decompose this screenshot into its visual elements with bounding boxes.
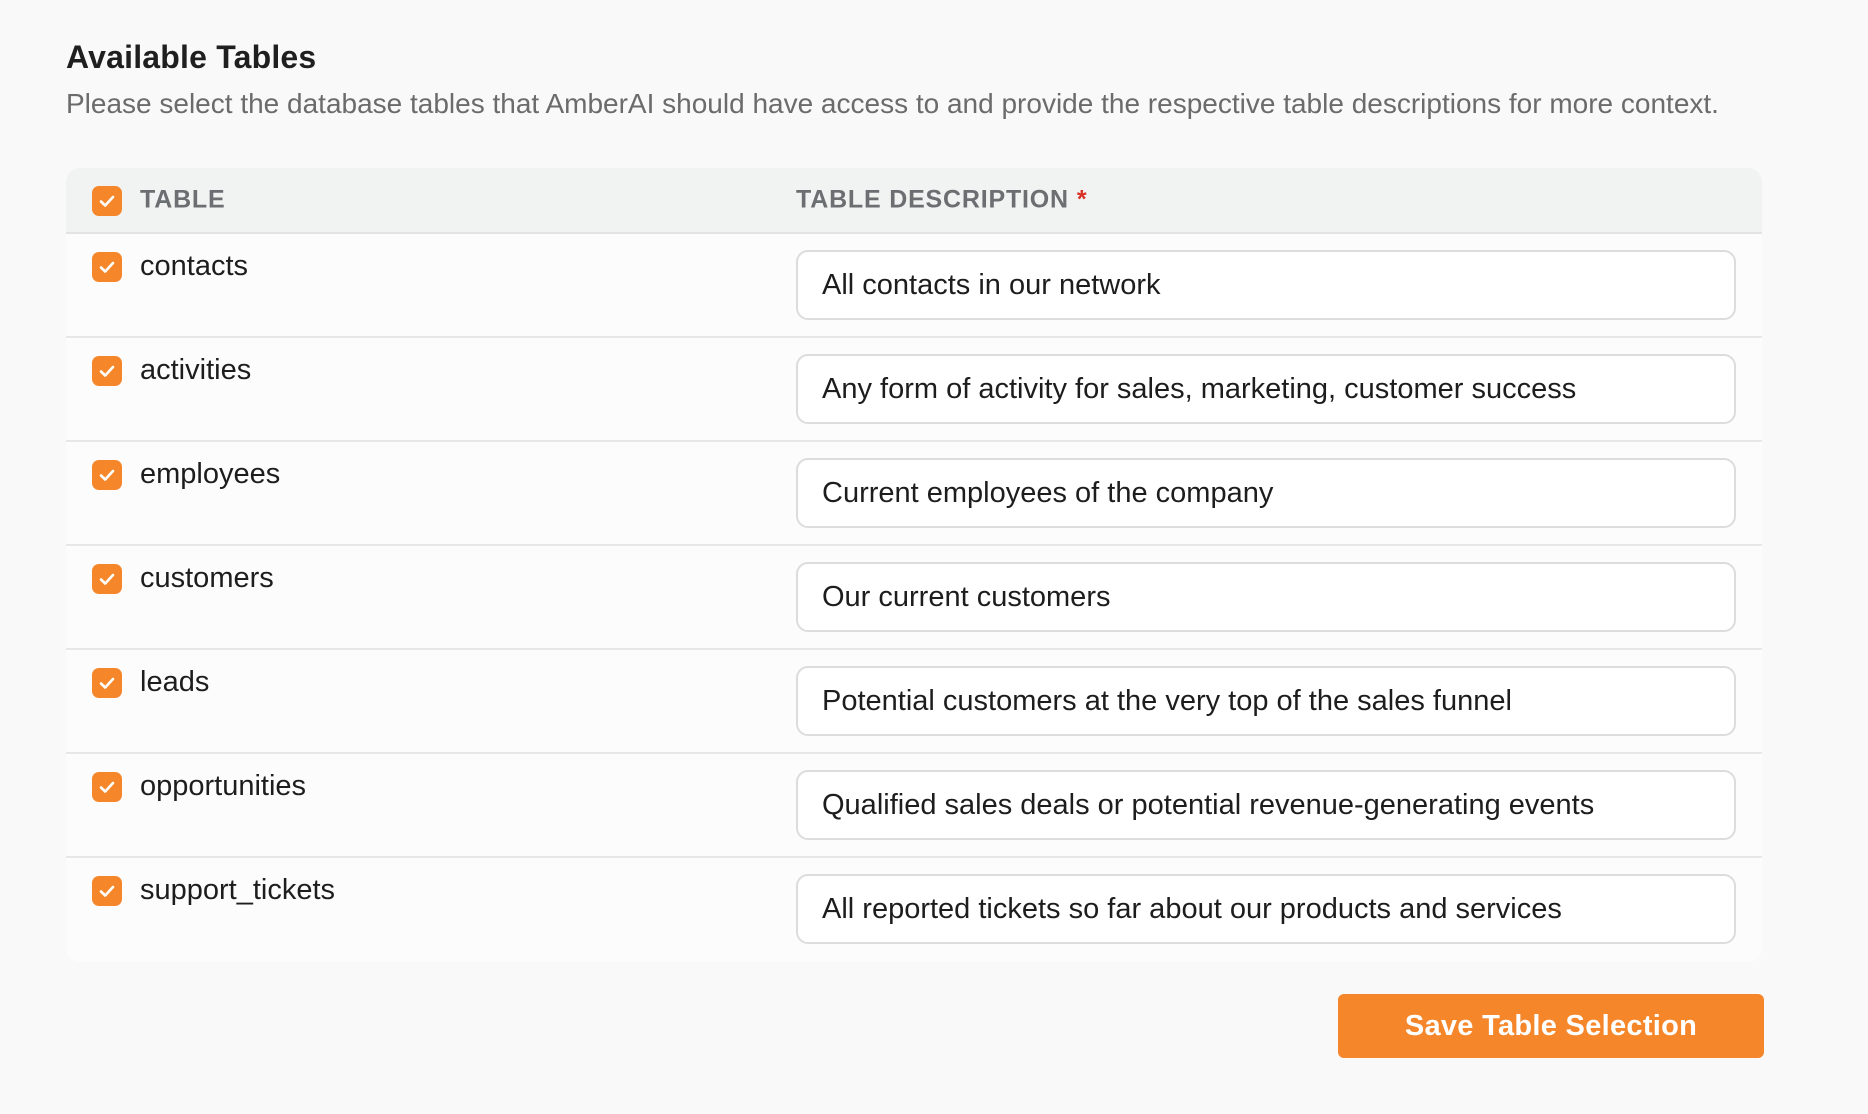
table-row: employees [66,442,1762,546]
check-icon [99,573,115,585]
check-icon [99,885,115,897]
table-name: activities [140,354,252,386]
row-checkbox[interactable] [92,460,122,490]
table-description-input[interactable] [796,354,1736,424]
page-title: Available Tables [66,39,317,75]
table-name: contacts [140,250,248,282]
table-description-input[interactable] [796,250,1736,320]
page-description: Please select the database tables that A… [66,88,1719,119]
table-row: activities [66,338,1762,442]
table-name: support_tickets [140,874,336,906]
table-description-input[interactable] [796,874,1736,944]
column-header-description: TABLE DESCRIPTION * [796,186,1087,215]
column-header-table-label: TABLE [140,185,226,214]
table-description-input[interactable] [796,458,1736,528]
table-row: contacts [66,234,1762,338]
check-icon [99,195,115,207]
row-checkbox[interactable] [92,668,122,698]
table-row: leads [66,650,1762,754]
required-marker: * [1076,185,1088,214]
table-description-input[interactable] [796,562,1736,632]
table-body: contacts activities employees customers [66,234,1762,962]
tables-table: TABLE TABLE DESCRIPTION* contacts activi… [66,168,1762,962]
available-tables-panel: Available Tables Please select the datab… [66,36,1762,962]
table-header: TABLE TABLE DESCRIPTION * [66,168,1762,234]
row-checkbox[interactable] [92,252,122,282]
row-checkbox[interactable] [92,564,122,594]
select-all-checkbox[interactable] [92,186,122,216]
row-checkbox[interactable] [92,876,122,906]
row-checkbox[interactable] [92,356,122,386]
save-table-selection-button[interactable]: Save Table Selection [1338,994,1764,1058]
table-row: customers [66,546,1762,650]
table-description-input[interactable] [796,770,1736,840]
check-icon [99,469,115,481]
check-icon [99,365,115,377]
check-icon [99,781,115,793]
check-icon [99,261,115,273]
table-name: customers [140,562,274,594]
table-description-input[interactable] [796,666,1736,736]
table-name: opportunities [140,770,307,802]
column-header-table: TABLE [140,186,225,215]
table-row: support_tickets [66,858,1762,962]
table-row: opportunities [66,754,1762,858]
check-icon [99,677,115,689]
table-name: leads [140,666,210,698]
row-checkbox[interactable] [92,772,122,802]
column-header-description-label: TABLE DESCRIPTION [796,185,1069,214]
table-name: employees [140,458,281,490]
